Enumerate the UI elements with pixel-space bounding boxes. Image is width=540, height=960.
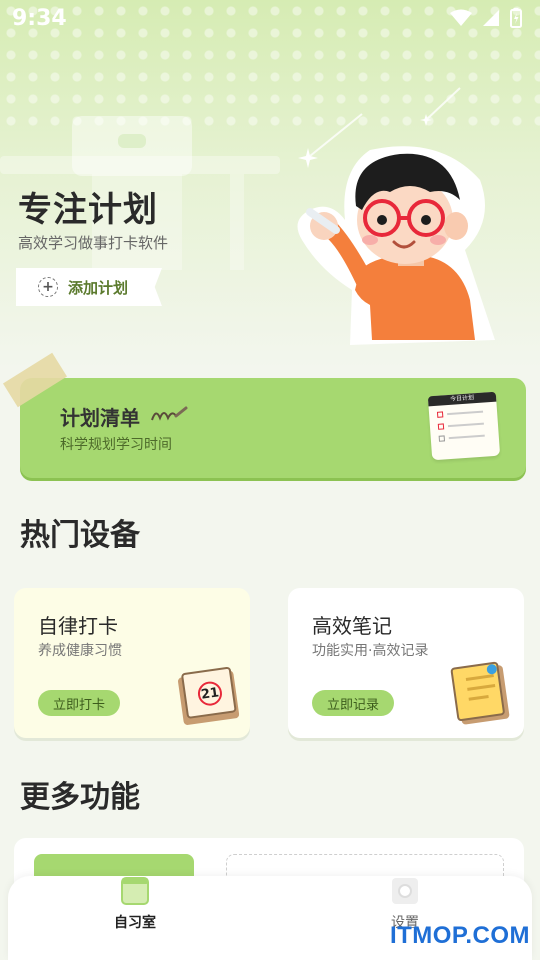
checklist-header: 今日计划 bbox=[427, 391, 497, 407]
notes-card-title: 高效笔记 bbox=[312, 614, 392, 638]
watermark: ITMOP.COM bbox=[389, 922, 530, 949]
check-box bbox=[437, 423, 445, 430]
shooting-star-icon-small bbox=[420, 87, 461, 126]
check-box bbox=[436, 411, 444, 418]
plan-card-title: 计划清单 bbox=[60, 406, 140, 430]
add-plan-button[interactable]: + 添加计划 bbox=[16, 268, 162, 306]
checkin-card-title: 自律打卡 bbox=[38, 614, 118, 638]
page-subtitle: 高效学习做事打卡软件 bbox=[18, 234, 169, 252]
check-line bbox=[447, 410, 484, 416]
nav-label-study-room: 自习室 bbox=[114, 915, 156, 931]
battery-icon bbox=[510, 8, 522, 28]
add-plan-label: 添加计划 bbox=[68, 278, 129, 297]
check-box bbox=[438, 435, 446, 442]
checklist-icon: 今日计划 bbox=[427, 391, 501, 461]
signal-icon bbox=[483, 10, 499, 26]
hot-section-title: 热门设备 bbox=[20, 518, 140, 553]
plan-list-card[interactable]: 计划清单 科学规划学习时间 今日计划 bbox=[20, 378, 526, 478]
check-line bbox=[448, 434, 485, 440]
calendar-icon: 21 bbox=[172, 660, 242, 728]
checkin-button[interactable]: 立即打卡 bbox=[38, 690, 120, 716]
plan-card-subtitle: 科学规划学习时间 bbox=[60, 437, 172, 453]
boy-illustration bbox=[297, 146, 495, 345]
page-title: 专注计划 bbox=[18, 190, 158, 230]
notes-card[interactable]: 高效笔记 功能实用·高效记录 立即记录 bbox=[288, 588, 524, 738]
status-time: 9:34 bbox=[12, 5, 67, 31]
pen-scribble-icon bbox=[151, 406, 188, 421]
nav-item-study-room[interactable]: 自习室 bbox=[75, 876, 195, 960]
plus-icon: + bbox=[38, 277, 58, 297]
notebook-icon bbox=[450, 661, 512, 726]
record-button[interactable]: 立即记录 bbox=[312, 690, 394, 716]
checkin-card-subtitle: 养成健康习惯 bbox=[38, 643, 122, 659]
status-bar: 9:34 bbox=[0, 0, 540, 36]
checkin-card[interactable]: 自律打卡 养成健康习惯 立即打卡 21 bbox=[14, 588, 250, 738]
settings-icon bbox=[392, 878, 418, 904]
status-icons bbox=[450, 8, 522, 28]
notes-card-subtitle: 功能实用·高效记录 bbox=[312, 643, 429, 659]
check-line bbox=[447, 422, 484, 428]
wifi-icon bbox=[450, 9, 472, 26]
more-section-title: 更多功能 bbox=[20, 780, 140, 815]
study-room-icon bbox=[121, 877, 149, 905]
